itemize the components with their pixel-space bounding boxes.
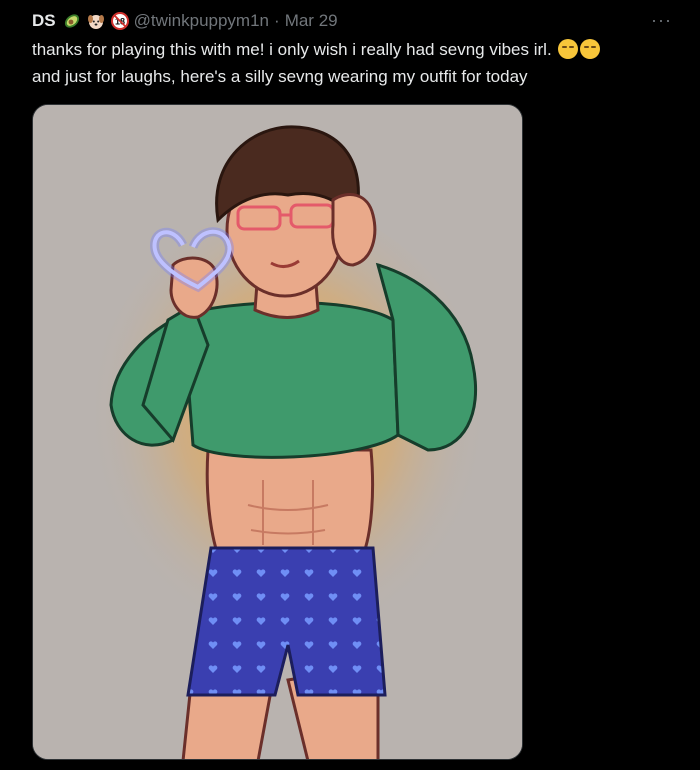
tweet-text: thanks for playing this with me! i only …	[32, 36, 682, 90]
illustration-image	[33, 105, 522, 759]
more-options-icon[interactable]: ···	[651, 10, 672, 31]
tweet-date[interactable]: Mar 29	[285, 11, 338, 31]
tweet-text-line-2: and just for laughs, here's a silly sevn…	[32, 67, 528, 86]
tweet-header: DS 18 @twinkpuppym1n · Mar 29	[32, 10, 338, 32]
puppy-icon	[86, 11, 106, 31]
tweet[interactable]: DS 18 @twinkpuppym1n · Mar 29 ··· thanks…	[0, 0, 700, 770]
separator: ·	[274, 11, 280, 30]
tweet-text-line-1: thanks for playing this with me! i only …	[32, 36, 682, 63]
author-handle[interactable]: @twinkpuppym1n	[134, 11, 269, 31]
eighteen-plus-icon: 18	[110, 11, 130, 31]
grinning-squinting-face-emoji-icon	[580, 39, 601, 59]
avocado-icon	[62, 11, 82, 31]
author-name[interactable]: DS	[32, 11, 56, 31]
tweet-text-line-1-content: thanks for playing this with me! i only …	[32, 40, 552, 59]
tweet-media-image[interactable]	[32, 104, 523, 760]
relieved-face-emoji-icon	[558, 39, 579, 59]
